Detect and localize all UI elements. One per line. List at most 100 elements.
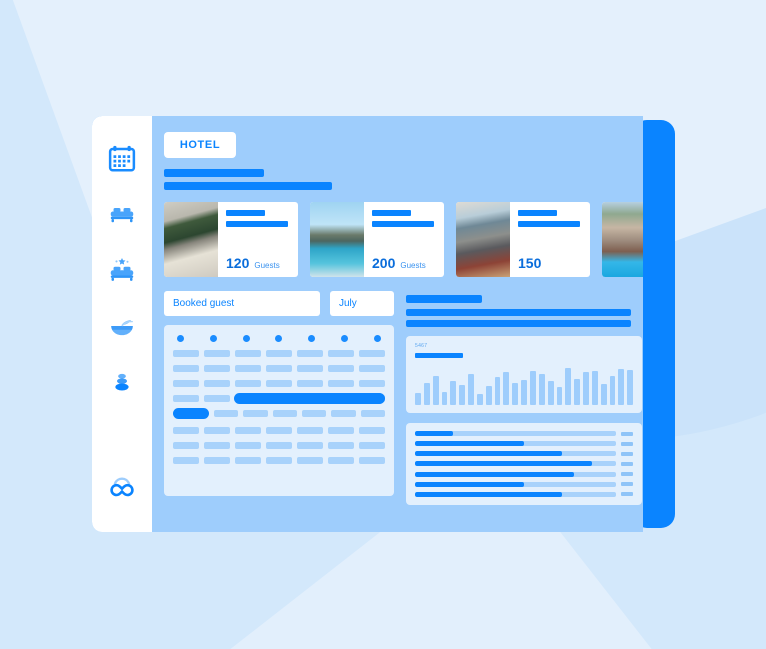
list-item[interactable] — [415, 461, 633, 467]
calendar-column-dot[interactable] — [308, 335, 316, 342]
table-cell — [266, 380, 292, 387]
table-cell — [328, 427, 354, 434]
table-cell — [173, 380, 199, 387]
list-item[interactable] — [415, 481, 633, 487]
table-cell — [328, 350, 354, 357]
month-select[interactable]: July — [330, 291, 394, 316]
booking-calendar-table — [164, 325, 394, 496]
table-cell — [297, 350, 323, 357]
property-card[interactable]: 150 — [602, 202, 643, 277]
sidebar-item-spa[interactable] — [105, 366, 139, 400]
list-item[interactable] — [415, 441, 633, 447]
guest-count: 150 — [518, 255, 542, 271]
calendar-column-dot[interactable] — [209, 335, 217, 342]
calendar-column-dot[interactable] — [373, 335, 381, 342]
page-title-placeholder — [164, 169, 643, 190]
sidebar-item-rooms[interactable] — [105, 198, 139, 232]
table-row — [173, 457, 385, 464]
table-cell — [266, 427, 292, 434]
progress-fill — [415, 491, 562, 497]
sidebar-item-suites[interactable] — [105, 254, 139, 288]
property-card[interactable]: 150 — [456, 202, 590, 277]
table-cell — [328, 365, 354, 372]
booking-span-bar[interactable] — [234, 393, 385, 404]
property-photo — [456, 202, 510, 277]
calendar-column-dot[interactable] — [242, 335, 250, 342]
table-cell — [328, 442, 354, 449]
sidebar-logo[interactable] — [103, 472, 141, 510]
property-photo — [164, 202, 218, 277]
table-cell — [266, 350, 292, 357]
property-card[interactable]: 120 Guests — [164, 202, 298, 277]
property-info: 150 — [510, 202, 590, 277]
list-item-label-placeholder — [621, 472, 633, 477]
list-item[interactable] — [415, 491, 633, 497]
guest-count: 200 — [372, 255, 396, 271]
sidebar-item-dining[interactable] — [105, 310, 139, 344]
progress-fill — [415, 461, 592, 467]
list-item[interactable] — [415, 431, 633, 436]
calendar-column-dot[interactable] — [177, 335, 184, 342]
property-card-list: 120 Guests 200 Guests 150 — [164, 202, 643, 277]
table-cell — [266, 365, 292, 372]
table-cell — [266, 442, 292, 449]
property-photo — [602, 202, 643, 277]
chart-bar — [415, 393, 421, 405]
chart-bar — [574, 378, 581, 405]
table-cell — [235, 427, 261, 434]
table-cell — [204, 442, 230, 449]
progress-track — [415, 461, 616, 467]
progress-fill — [415, 451, 562, 457]
chart-bar — [485, 385, 492, 405]
chart-bar — [591, 370, 598, 405]
chart-bar — [556, 386, 563, 405]
table-cell — [297, 365, 323, 372]
analytics-subtitle-bar-1 — [406, 309, 631, 316]
guest-count: 120 — [226, 255, 250, 271]
guest-count-label: Guests — [400, 261, 426, 270]
chart-bar — [441, 392, 448, 405]
chart-bar — [583, 372, 589, 405]
table-cell — [235, 350, 261, 357]
chart-bar — [618, 368, 625, 405]
property-detail-placeholder — [518, 221, 580, 227]
chart-bar — [468, 373, 474, 405]
sidebar-item-calendar[interactable] — [105, 142, 139, 176]
table-cell — [266, 457, 292, 464]
chart-bar — [459, 384, 466, 405]
table-cell — [328, 380, 354, 387]
table-cell — [173, 442, 199, 449]
booking-column: Booked guest July — [164, 291, 394, 505]
table-cell — [360, 410, 385, 417]
table-cell — [173, 365, 199, 372]
calendar-column-dot[interactable] — [341, 335, 349, 342]
progress-track — [415, 491, 616, 497]
luxury-bed-icon — [107, 256, 137, 286]
property-card[interactable]: 200 Guests — [310, 202, 444, 277]
chart-bar — [565, 368, 572, 405]
progress-track — [415, 471, 616, 477]
property-detail-placeholder — [372, 221, 434, 227]
list-item[interactable] — [415, 451, 633, 457]
table-cell — [359, 380, 385, 387]
table-cell — [235, 380, 261, 387]
table-row-booking-span[interactable] — [173, 393, 385, 404]
calendar-column-dot[interactable] — [275, 335, 283, 342]
table-row-selected[interactable] — [173, 408, 385, 419]
list-item[interactable] — [415, 471, 633, 477]
table-row — [173, 380, 385, 387]
table-row — [173, 427, 385, 434]
property-stat: 120 Guests — [226, 255, 298, 271]
filter-bar: Booked guest July — [164, 291, 394, 316]
booking-pill[interactable] — [173, 408, 209, 419]
property-photo — [310, 202, 364, 277]
table-cell — [297, 380, 323, 387]
table-row — [173, 365, 385, 372]
chart-bar — [609, 376, 616, 405]
table-cell — [235, 442, 261, 449]
table-cell — [173, 457, 199, 464]
window-body: HOTEL 120 Guests 200 Guests 150 Booked g… — [92, 116, 643, 532]
table-cell — [331, 410, 356, 417]
booked-guest-input[interactable]: Booked guest — [164, 291, 320, 316]
chart-bar — [494, 377, 501, 405]
